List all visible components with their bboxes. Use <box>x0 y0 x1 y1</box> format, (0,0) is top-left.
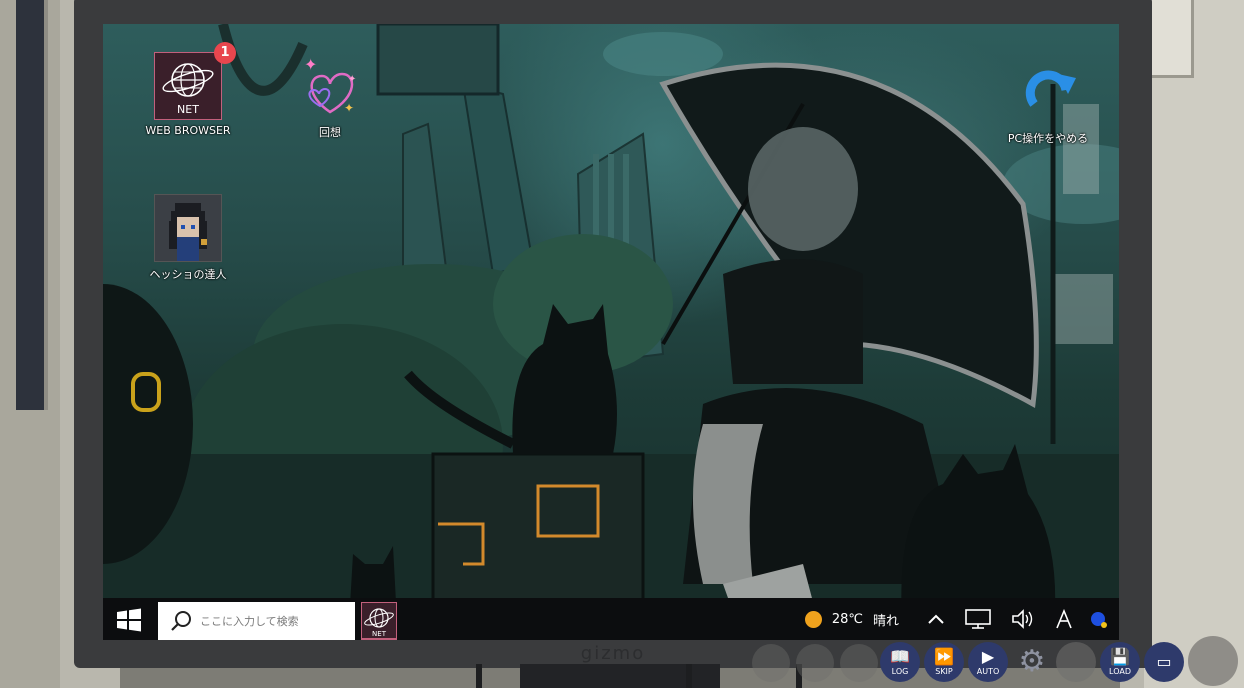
room-wall-right <box>1144 0 1244 688</box>
active-indicator <box>361 638 397 640</box>
windows-start-icon[interactable] <box>115 606 143 634</box>
weather-condition: 晴れ <box>872 613 899 629</box>
status-dot-icon[interactable] <box>1091 612 1107 628</box>
display-icon[interactable] <box>965 609 991 629</box>
svg-text:✦: ✦ <box>348 74 356 85</box>
desktop-wallpaper <box>103 24 1119 640</box>
sparkle-hearts-icon: ✦ ✦ ✦ <box>296 52 364 120</box>
taskbar-app-net[interactable]: NET <box>361 602 397 640</box>
fast-forward-icon: ⏩ <box>934 646 954 666</box>
desktop-icon-label: WEB BROWSER <box>145 124 231 137</box>
desktop-icon-game[interactable]: ヘッショの達人 <box>133 194 243 282</box>
sun-icon <box>804 610 822 628</box>
ime-mode-icon[interactable] <box>1055 609 1073 629</box>
play-icon: ▶ <box>981 646 995 666</box>
skip-label: SKIP <box>935 666 953 676</box>
system-tray: 28℃ 晴れ <box>804 598 1119 640</box>
gear-icon: ⚙ <box>1018 644 1046 679</box>
room-picture-frame <box>16 0 48 410</box>
refresh-arrow-icon <box>1014 58 1082 126</box>
control-placeholder <box>840 644 878 682</box>
desktop-icon-quit[interactable]: PC操作をやめる <box>993 58 1103 146</box>
desktop-icon-label: PC操作をやめる <box>1007 132 1089 145</box>
search-placeholder: ここに入力して検索 <box>200 615 299 628</box>
notification-badge: 1 <box>214 42 236 64</box>
log-button[interactable]: 📖 LOG <box>880 642 920 682</box>
taskbar-search[interactable]: ここに入力して検索 <box>158 602 355 640</box>
svg-text:✦: ✦ <box>344 101 354 115</box>
control-placeholder <box>752 644 790 682</box>
net-tile-text: NET <box>177 103 199 116</box>
load-button[interactable]: 💾 LOAD <box>1100 642 1140 682</box>
room-shelf <box>1148 0 1194 78</box>
book-icon: 📖 <box>890 646 910 666</box>
pixel-avatar-icon <box>154 194 222 262</box>
auto-button[interactable]: ▶ AUTO <box>968 642 1008 682</box>
window-button[interactable]: ▭ <box>1144 642 1184 682</box>
desktop-icon-label: ヘッショの達人 <box>149 268 227 281</box>
search-icon <box>170 610 192 632</box>
load-label: LOAD <box>1109 666 1131 676</box>
control-placeholder <box>796 644 834 682</box>
net-globe-icon: NET <box>364 608 394 638</box>
menu-button[interactable] <box>1188 636 1238 686</box>
cable <box>686 664 692 688</box>
window-icon: ▭ <box>1156 652 1172 671</box>
desktop-icon-memories[interactable]: ✦ ✦ ✦ 回想 <box>275 52 385 140</box>
chevron-up-icon[interactable] <box>927 613 945 625</box>
weather-temperature: 28℃ <box>831 611 863 627</box>
save-button[interactable] <box>1056 642 1096 682</box>
speaker-icon[interactable] <box>1011 609 1035 629</box>
desktop-icon-label: 回想 <box>319 126 341 139</box>
desktop-icon-web-browser[interactable]: NET 1 WEB BROWSER <box>133 42 243 137</box>
desktop-screen: NET 1 WEB BROWSER ✦ ✦ ✦ 回想 ヘッショの達人 PC操作を… <box>103 24 1119 640</box>
net-globe-icon: NET <box>154 52 222 120</box>
svg-text:✦: ✦ <box>304 55 317 74</box>
auto-label: AUTO <box>976 666 1000 676</box>
game-controls: 📖 LOG ⏩ SKIP ▶ AUTO ⚙ 💾 LOAD ▭ <box>880 640 1188 684</box>
cable <box>476 664 482 688</box>
taskbar-app-text: NET <box>372 630 387 638</box>
log-label: LOG <box>891 666 909 676</box>
skip-button[interactable]: ⏩ SKIP <box>924 642 964 682</box>
taskbar: ここに入力して検索 NET 28℃ 晴れ <box>103 598 1119 640</box>
settings-button[interactable]: ⚙ <box>1012 642 1052 682</box>
load-icon: 💾 <box>1110 646 1130 666</box>
